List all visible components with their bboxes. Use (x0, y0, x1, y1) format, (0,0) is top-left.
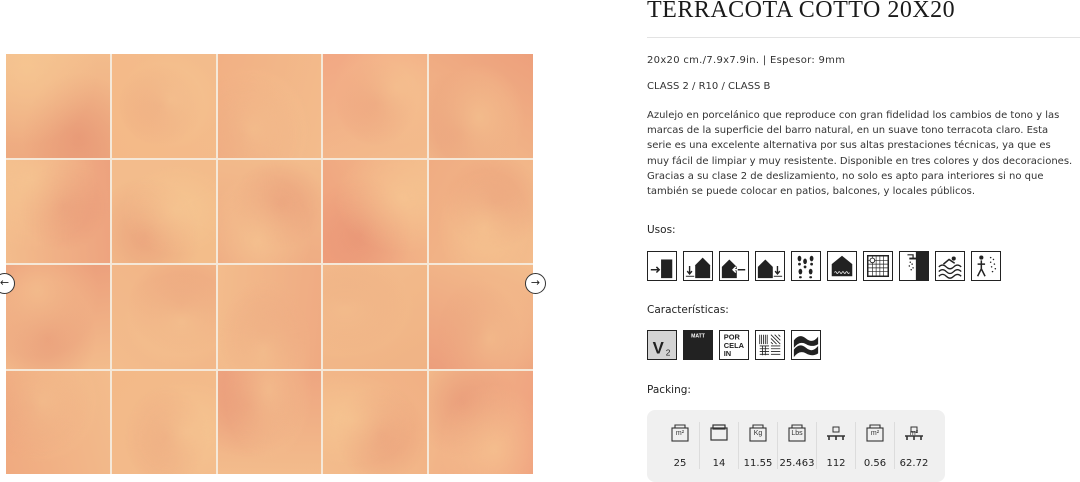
swimming-pool-icon (935, 251, 965, 281)
tile-square (429, 159, 533, 263)
uses-icon-row (647, 251, 1001, 281)
uses-label: Usos: (647, 224, 676, 236)
tile-square (6, 370, 110, 474)
matt-finish-icon: MATT (683, 330, 713, 360)
tile-square (6, 265, 110, 369)
tile-square (429, 265, 533, 369)
matt-finish-label: MATT (691, 334, 706, 340)
tile-square (323, 265, 428, 369)
shade-variation-v: V (653, 338, 665, 357)
gallery-next-button[interactable]: → (525, 273, 546, 294)
packing-icon-text: Kg (753, 430, 763, 437)
packing-icon-text: m² (909, 430, 919, 437)
packing-icon-text: m² (870, 430, 880, 437)
tile-square (217, 370, 322, 474)
lbs-icon: Lbs (786, 422, 808, 444)
random-pattern-icon (755, 330, 785, 360)
boxes-pallet-icon (825, 422, 847, 444)
features-icon-row: V2 MATT POR CELA IN (647, 330, 821, 360)
tile-square (111, 159, 216, 263)
title-divider (647, 37, 1080, 38)
packing-value: 0.56 (863, 458, 887, 469)
product-image-gallery: ← → (0, 50, 546, 476)
shower-icon (899, 251, 929, 281)
footprints-traffic-icon (791, 251, 821, 281)
wet-area-icon (971, 251, 1001, 281)
m2-pallet-icon: m² (903, 422, 925, 444)
pool-tile-icon (863, 251, 893, 281)
packing-value: 62.72 (899, 458, 929, 469)
packing-column: 14 (700, 422, 739, 469)
packing-column: 112 (817, 422, 856, 469)
m2-box-icon: m² (864, 422, 886, 444)
packing-value: 14 (712, 458, 726, 469)
porcelain-icon: POR CELA IN (719, 330, 749, 360)
features-label: Características: (647, 304, 729, 316)
packing-table: m² 25 14 Kg 11.55 Lbs 25.463 112 m² 0.56 m² 62.72 (647, 410, 945, 482)
tile-square (111, 54, 216, 158)
packing-label: Packing: (647, 384, 691, 396)
packing-column: m² 25 (661, 422, 700, 469)
packing-value: 11.55 (743, 458, 773, 469)
product-classification: CLASS 2 / R10 / CLASS B (647, 81, 771, 92)
shade-variation-icon: V2 (647, 330, 677, 360)
tile-square (217, 159, 322, 263)
packing-value: 112 (826, 458, 846, 469)
tile-square (111, 265, 216, 369)
tile-square (6, 54, 110, 158)
tile-square (429, 370, 533, 474)
tile-square (111, 370, 216, 474)
shade-variation-sub: 2 (666, 347, 671, 357)
tile-image (6, 54, 533, 474)
tile-square (6, 159, 110, 263)
exterior-wall-icon (719, 251, 749, 281)
wave-surface-icon (791, 330, 821, 360)
tile-square (323, 159, 428, 263)
exterior-floor-icon (755, 251, 785, 281)
packing-columns: m² 25 14 Kg 11.55 Lbs 25.463 112 m² 0.56 m² 62.72 (661, 422, 933, 469)
tile-square (429, 54, 533, 158)
packing-value: 25 (673, 458, 687, 469)
m2-icon: m² (669, 422, 691, 444)
packing-column: Lbs 25.463 (778, 422, 817, 469)
packing-icon-text: m² (675, 430, 685, 437)
packing-column: Kg 11.55 (739, 422, 778, 469)
tile-square (323, 370, 428, 474)
packing-column: m² 0.56 (856, 422, 895, 469)
interior-wall-icon (647, 251, 677, 281)
product-dimensions: 20x20 cm./7.9x7.9in. | Espesor: 9mm (647, 55, 846, 66)
tile-square (323, 54, 428, 158)
packing-column: m² 62.72 (895, 422, 933, 469)
packing-value: 25.463 (779, 458, 815, 469)
tile-square (217, 265, 322, 369)
product-description: Azulejo en porcelánico que reproduce con… (647, 110, 1073, 198)
product-title: TERRACOTA COTTO 20X20 (647, 0, 956, 23)
kg-icon: Kg (747, 422, 769, 444)
porcelain-label-3: IN (724, 349, 731, 358)
pieces-box-icon (708, 422, 730, 444)
heated-floor-icon (827, 251, 857, 281)
tile-square (217, 54, 322, 158)
packing-icon-text: Lbs (791, 430, 803, 437)
interior-floor-icon (683, 251, 713, 281)
